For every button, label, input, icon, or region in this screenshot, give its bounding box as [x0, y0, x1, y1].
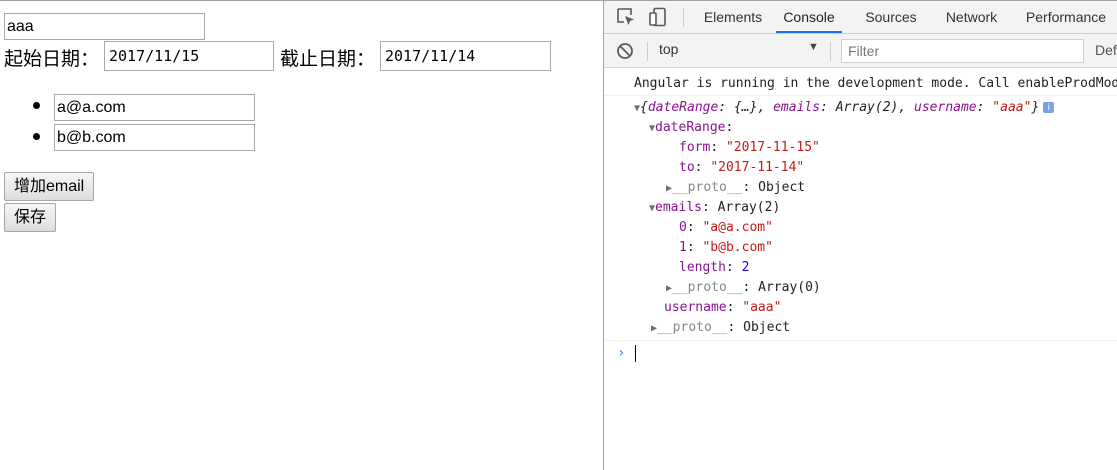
email-input-1[interactable] [54, 94, 255, 121]
console-log-message: Angular is running in the development mo… [634, 76, 1117, 91]
username-row: username: "aaa" [664, 300, 782, 315]
console-row-divider [604, 340, 1117, 341]
emails-row[interactable]: ▼emails: Array(2) [649, 198, 780, 218]
to-row: to: "2017-11-14" [679, 160, 805, 175]
dropdown-arrow-icon[interactable]: ▼ [808, 41, 819, 53]
tab-console[interactable]: Console [776, 1, 842, 33]
save-button[interactable]: 保存 [4, 203, 57, 232]
log-levels-dropdown[interactable]: Def [1095, 42, 1117, 58]
proto-row[interactable]: ▶__proto__: Object [651, 318, 790, 338]
tab-network[interactable]: Network [934, 1, 1009, 33]
daterange-row[interactable]: ▼dateRange: [649, 118, 733, 138]
clear-console-icon[interactable] [616, 41, 636, 61]
device-toolbar-icon[interactable] [648, 7, 668, 27]
console-prompt-input[interactable] [635, 345, 636, 362]
devtools-tab-bar: Elements Console Sources Network Perform… [604, 1, 1117, 34]
context-selector[interactable]: top [659, 41, 678, 57]
end-date-input[interactable] [380, 41, 551, 71]
tab-performance[interactable]: Performance [1017, 1, 1115, 33]
console-toolbar: top ▼ Def [604, 34, 1117, 68]
start-date-input[interactable] [104, 41, 274, 71]
list-bullet [33, 102, 40, 109]
email-0-row: 0: "a@a.com" [679, 220, 773, 235]
console-filter-input[interactable] [841, 39, 1084, 63]
app-page: 起始日期： 截止日期： 增加email 保存 [0, 1, 603, 470]
list-bullet [33, 133, 40, 140]
console-row-divider [604, 95, 1117, 96]
form-row: form: "2017-11-15" [679, 140, 820, 155]
length-row: length: 2 [679, 260, 750, 275]
console-output: Angular is running in the development mo… [604, 68, 1117, 470]
proto-row[interactable]: ▶__proto__: Object [666, 178, 805, 198]
prompt-chevron-icon: › [617, 345, 626, 361]
info-icon[interactable]: i [1043, 102, 1055, 113]
toolbar-divider [830, 42, 831, 61]
inspect-element-icon[interactable] [616, 7, 636, 27]
proto-row[interactable]: ▶__proto__: Array(0) [666, 278, 821, 298]
toolbar-divider [683, 8, 684, 27]
email-input-2[interactable] [54, 124, 255, 151]
object-summary-row[interactable]: ▼{dateRange: {…}, emails: Array(2), user… [634, 98, 1055, 118]
start-date-label: 起始日期： [4, 49, 100, 70]
email-1-row: 1: "b@b.com" [679, 240, 773, 255]
username-input[interactable] [4, 13, 205, 40]
end-date-label: 截止日期： [280, 49, 376, 70]
tab-sources[interactable]: Sources [856, 1, 926, 33]
add-email-button[interactable]: 增加email [4, 172, 95, 201]
devtools-panel: Elements Console Sources Network Perform… [603, 1, 1117, 470]
toolbar-divider [647, 42, 648, 61]
tab-elements[interactable]: Elements [694, 1, 772, 33]
